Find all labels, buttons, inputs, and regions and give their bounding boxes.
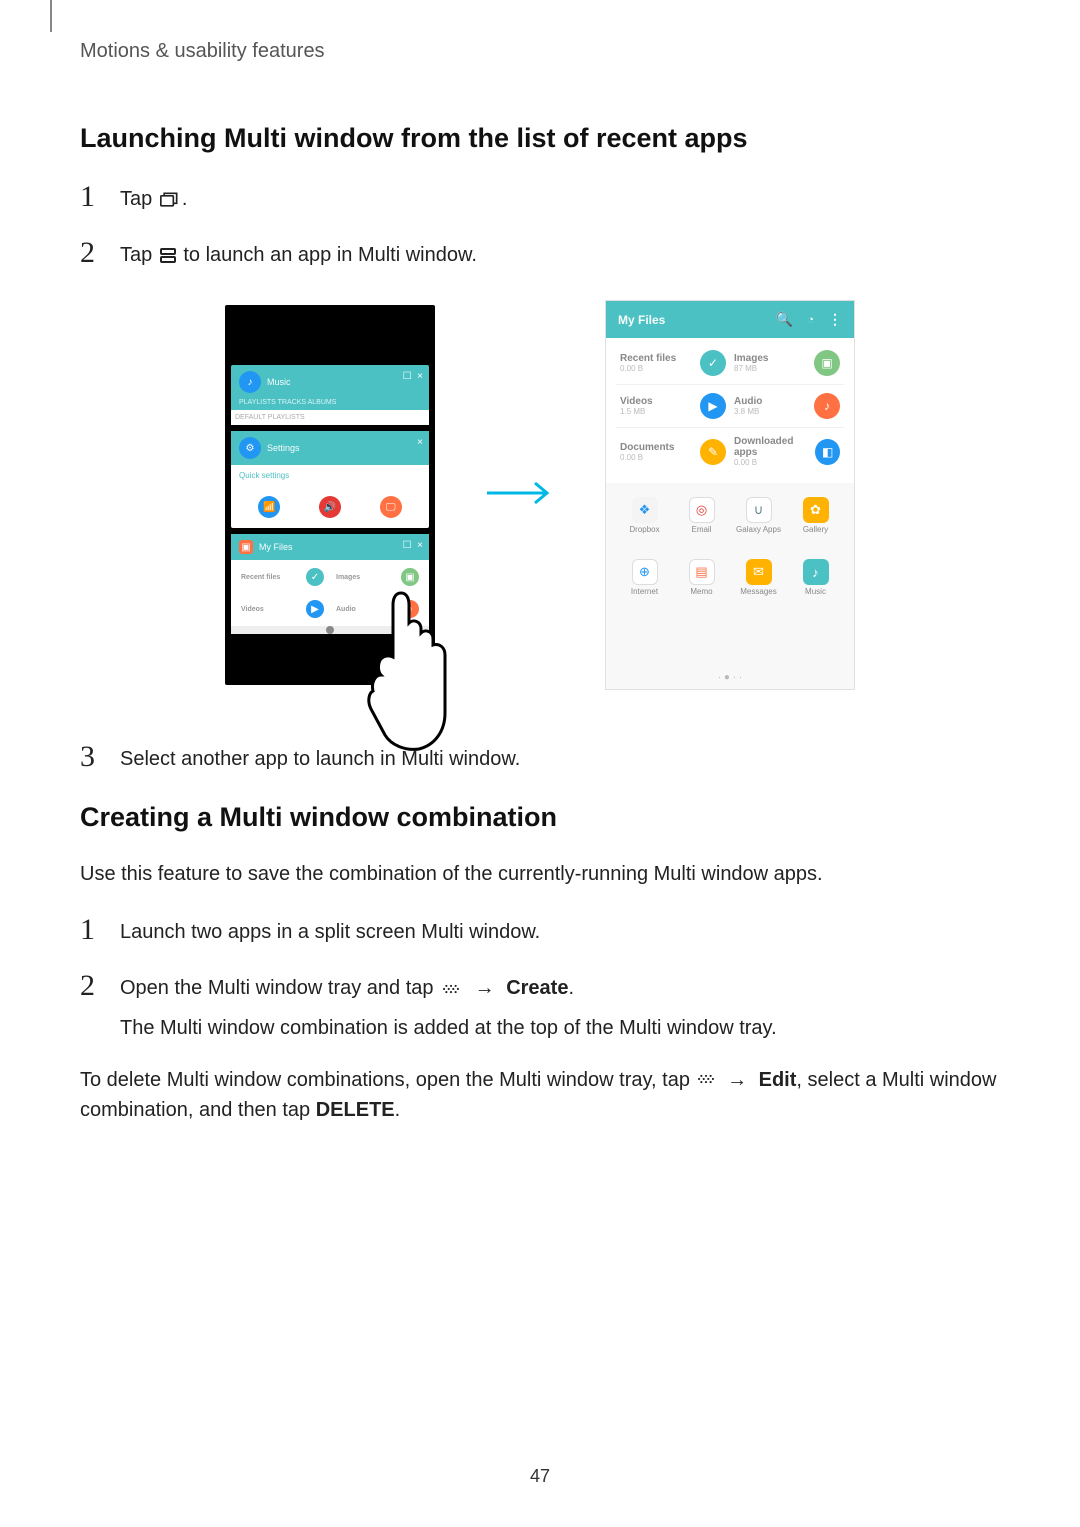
step-2-text-after: to launch an app in Multi window. xyxy=(178,244,477,266)
step-1-body: Tap . xyxy=(120,180,187,214)
s2-step-2: 2 Open the Multi window tray and tap → C… xyxy=(80,969,1000,1043)
quick-setting-icon: 🖵 xyxy=(380,496,402,518)
panel-header: My Files 🔍 ◔ ⋮ xyxy=(606,301,854,338)
app-internet: ⊕ Internet xyxy=(616,559,673,617)
section2-intro: Use this feature to save the combination… xyxy=(80,859,1000,889)
section2-final-paragraph: To delete Multi window combinations, ope… xyxy=(80,1065,1000,1125)
music-tabs: PLAYLISTS TRACKS ALBUMS xyxy=(239,399,421,406)
search-icon: 🔍 xyxy=(776,311,793,328)
card-close-icon: × xyxy=(417,437,423,448)
app-label: Galaxy Apps xyxy=(736,525,781,534)
storage-icon: ◔ xyxy=(807,314,814,326)
step-number: 1 xyxy=(80,180,120,212)
quick-setting-icon: 📶 xyxy=(258,496,280,518)
s2-step-1: 1 Launch two apps in a split screen Mult… xyxy=(80,913,1000,947)
settings-icon: ⚙ xyxy=(239,437,261,459)
music-icon: ♪ xyxy=(239,371,261,393)
page-content: Motions & usability features Launching M… xyxy=(0,0,1080,1125)
delete-label: DELETE xyxy=(316,1099,395,1121)
final-before: To delete Multi window combinations, ope… xyxy=(80,1069,696,1091)
panel-app-grid: ❖ Dropbox ◎ Email ∪ Galaxy Apps ✿ Gallery ⊕ Inter… xyxy=(606,483,854,672)
app-label: Memo xyxy=(690,587,712,596)
app-label: Music xyxy=(805,587,826,596)
arrow-right-text: → xyxy=(727,1069,747,1091)
memo-icon: ▤ xyxy=(689,559,715,585)
section-title-launching: Launching Multi window from the list of … xyxy=(80,123,1000,154)
card-close-icon: ☐ × xyxy=(403,540,423,551)
email-icon: ◎ xyxy=(689,497,715,523)
music-icon: ♪ xyxy=(803,559,829,585)
galaxy-apps-icon: ∪ xyxy=(746,497,772,523)
music-subline: DEFAULT PLAYLISTS xyxy=(231,410,429,425)
step-number: 1 xyxy=(80,913,120,945)
s2-step-2-body: Open the Multi window tray and tap → Cre… xyxy=(120,969,777,1043)
s2-step2-before: Open the Multi window tray and tap xyxy=(120,977,439,999)
step-number: 2 xyxy=(80,236,120,268)
left-phone-screenshot: ♪ Music ☐ × PLAYLISTS TRACKS ALBUMS DEFA… xyxy=(225,305,435,685)
internet-icon: ⊕ xyxy=(632,559,658,585)
step-1: 1 Tap . xyxy=(80,180,1000,214)
more-icon: ⋮ xyxy=(828,311,842,328)
settings-subline: Quick settings xyxy=(239,465,421,486)
app-label: Internet xyxy=(631,587,658,596)
card-settings-label: Settings xyxy=(267,443,300,453)
arrow-right-text: → xyxy=(475,977,495,999)
app-label: Email xyxy=(691,525,711,534)
s2-step2-sub: The Multi window combination is added at… xyxy=(120,1013,777,1043)
card-close-icon: ☐ × xyxy=(403,371,423,382)
app-messages: ✉ Messages xyxy=(730,559,787,617)
app-label: Messages xyxy=(740,587,776,596)
more-options-dots-icon xyxy=(696,1069,722,1091)
step-1-text-after: . xyxy=(182,188,188,210)
step-2-body: Tap to launch an app in Multi window. xyxy=(120,236,477,270)
s2-step-1-body: Launch two apps in a split screen Multi … xyxy=(120,913,540,947)
step-2-text-before: Tap xyxy=(120,244,152,266)
quick-setting-icon: 🔊 xyxy=(319,496,341,518)
page-edge-marker xyxy=(50,0,52,32)
card-music: ♪ Music ☐ × PLAYLISTS TRACKS ALBUMS DEFA… xyxy=(231,365,429,425)
multi-window-figure: ♪ Music ☐ × PLAYLISTS TRACKS ALBUMS DEFA… xyxy=(80,300,1000,690)
card-music-label: Music xyxy=(267,377,291,387)
messages-icon: ✉ xyxy=(746,559,772,585)
more-options-dots-icon xyxy=(441,982,461,996)
panel-title: My Files xyxy=(618,313,665,327)
section-title-creating: Creating a Multi window combination xyxy=(80,802,1000,833)
step-number: 3 xyxy=(80,740,120,772)
step-1-text-before: Tap xyxy=(120,188,152,210)
final-after: . xyxy=(395,1099,401,1121)
breadcrumb: Motions & usability features xyxy=(80,40,1000,63)
dropbox-icon: ❖ xyxy=(632,497,658,523)
page-indicator-dots: · ● · · xyxy=(606,672,854,689)
step-3: 3 Select another app to launch in Multi … xyxy=(80,740,1000,774)
page-number: 47 xyxy=(0,1466,1080,1487)
arrow-right-icon xyxy=(485,473,555,518)
app-memo: ▤ Memo xyxy=(673,559,730,617)
panel-categories: Recent files0.00 B✓ Images87 MB▣ Videos1… xyxy=(606,338,854,483)
step-number: 2 xyxy=(80,969,120,1001)
card-settings: ⚙ Settings × Quick settings 📶 🔊 🖵 xyxy=(231,431,429,528)
gallery-icon: ✿ xyxy=(803,497,829,523)
app-galaxy-apps: ∪ Galaxy Apps xyxy=(730,497,787,555)
step-2: 2 Tap to launch an app in Multi window. xyxy=(80,236,1000,270)
app-email: ◎ Email xyxy=(673,497,730,555)
s2-step2-after: . xyxy=(568,977,574,999)
app-gallery: ✿ Gallery xyxy=(787,497,844,555)
app-music: ♪ Music xyxy=(787,559,844,617)
hand-pointer-illustration xyxy=(355,585,455,755)
app-label: Gallery xyxy=(803,525,828,534)
folder-icon: ▣ xyxy=(239,540,253,554)
app-label: Dropbox xyxy=(629,525,659,534)
app-dropbox: ❖ Dropbox xyxy=(616,497,673,555)
card-myfiles-label: My Files xyxy=(259,542,293,552)
step-3-body: Select another app to launch in Multi wi… xyxy=(120,740,520,774)
recent-apps-icon xyxy=(160,192,180,208)
edit-label: Edit xyxy=(759,1069,797,1091)
multiwindow-icon xyxy=(160,248,176,264)
right-panel-screenshot: My Files 🔍 ◔ ⋮ Recent files0.00 B✓ Image… xyxy=(605,300,855,690)
create-label: Create xyxy=(506,977,568,999)
